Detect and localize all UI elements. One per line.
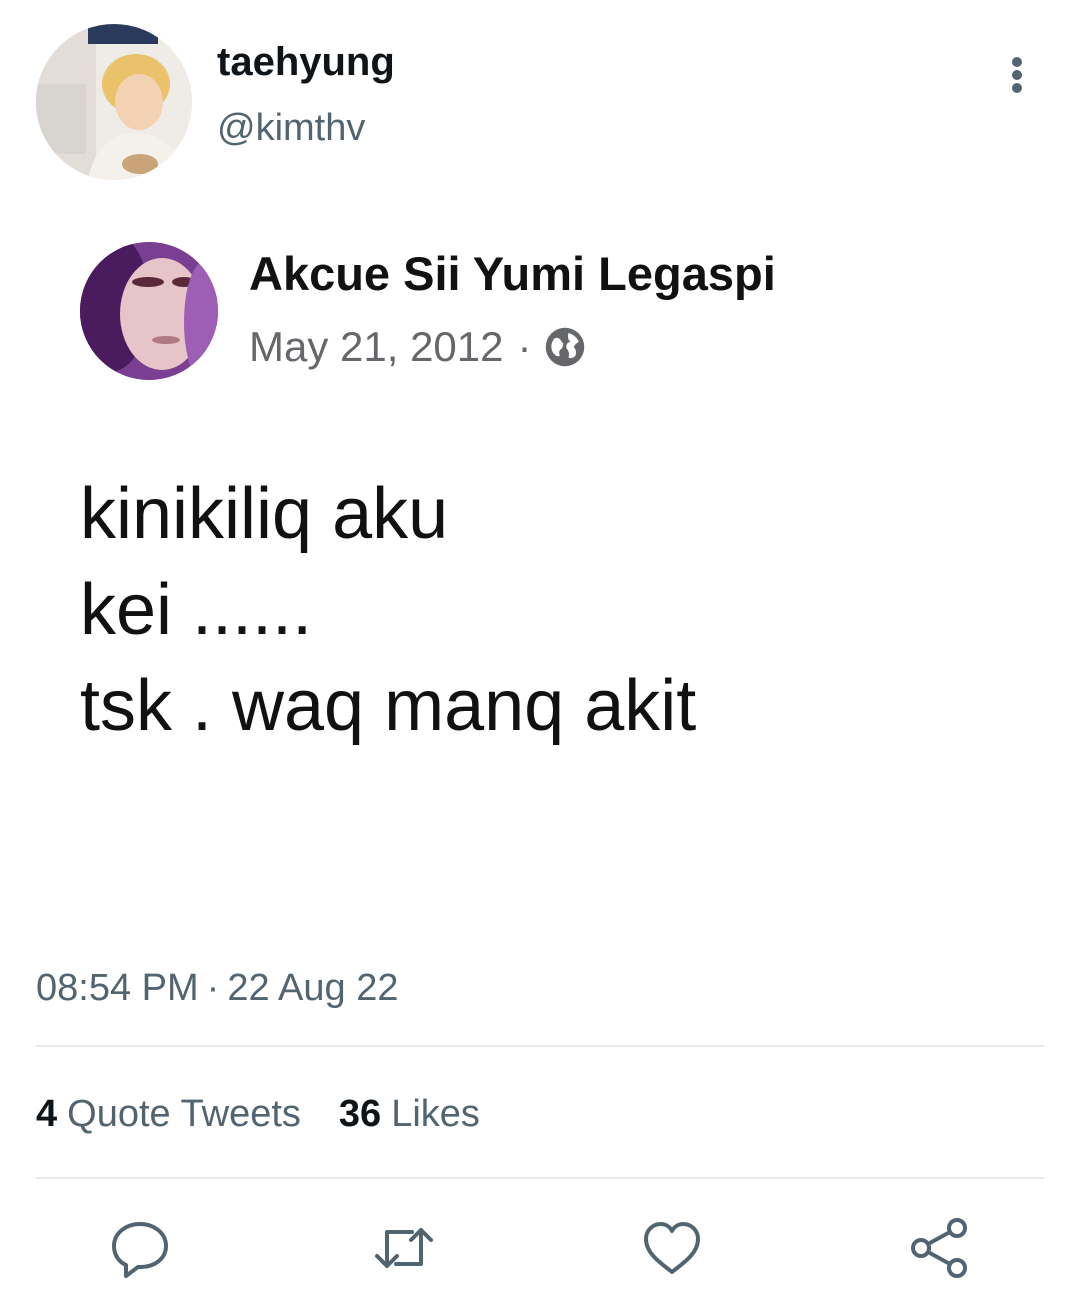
- author-avatar-image: [36, 24, 192, 180]
- likes-stat[interactable]: 36 Likes: [339, 1090, 480, 1138]
- heart-icon: [644, 1222, 700, 1274]
- likes-label: Likes: [391, 1093, 480, 1135]
- embedded-post-body: kinikiliq aku kei ...... tsk . waq manq …: [80, 466, 696, 754]
- tweet-date: 22 Aug 22: [227, 967, 399, 1009]
- likes-count: 36: [338, 1093, 382, 1135]
- divider: [36, 1045, 1044, 1047]
- divider: [36, 1177, 1044, 1179]
- embedded-post-separator: ·: [517, 323, 532, 370]
- reply-icon: [112, 1222, 168, 1278]
- more-options-button[interactable]: [996, 50, 1038, 100]
- retweet-icon: [375, 1228, 433, 1268]
- share-button[interactable]: [908, 1216, 972, 1280]
- share-icon: [911, 1218, 967, 1278]
- embedded-post-date: May 21, 2012: [249, 323, 504, 370]
- embedded-post-author: Akcue Sii Yumi Legaspi: [249, 247, 776, 300]
- embedded-post-avatar: [80, 242, 218, 380]
- retweet-button[interactable]: [372, 1216, 436, 1280]
- embedded-post-line: kei ......: [80, 570, 313, 650]
- tweet-stats: 4 Quote Tweets 36 Likes: [36, 1090, 518, 1138]
- embedded-avatar-image: [80, 242, 218, 380]
- author-display-name[interactable]: taehyung: [217, 38, 395, 86]
- tweet-action-bar: [0, 1216, 1080, 1280]
- embedded-post-line: kinikiliq aku: [80, 474, 449, 554]
- like-button[interactable]: [640, 1216, 704, 1280]
- globe-icon: [545, 327, 584, 367]
- quote-tweets-label: Quote Tweets: [67, 1093, 301, 1135]
- tweet-time: 08:54 PM: [36, 967, 199, 1009]
- embedded-post-meta: May 21, 2012 ·: [249, 321, 586, 373]
- author-handle[interactable]: @kimthv: [217, 104, 365, 152]
- reply-button[interactable]: [108, 1216, 172, 1280]
- author-avatar[interactable]: [36, 24, 192, 180]
- tweet-timestamp[interactable]: 08:54 PM · 22 Aug 22: [36, 964, 398, 1012]
- quote-tweets-count: 4: [36, 1093, 58, 1135]
- embedded-post-line: tsk . waq manq akit: [80, 666, 697, 746]
- quote-tweets-stat[interactable]: 4 Quote Tweets: [36, 1090, 301, 1138]
- timestamp-separator: ·: [206, 967, 220, 1009]
- more-vertical-icon: [1012, 57, 1022, 67]
